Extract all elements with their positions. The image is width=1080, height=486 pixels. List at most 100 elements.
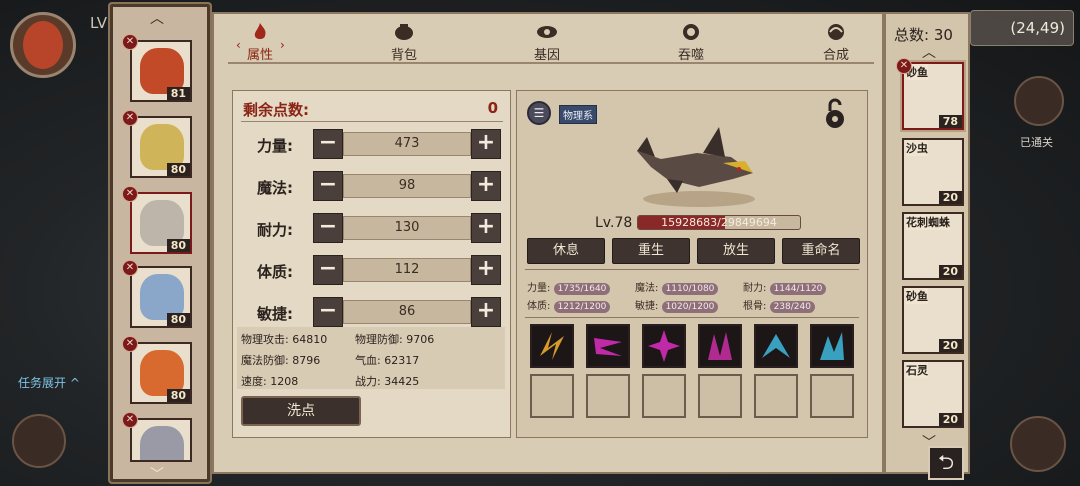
unassign-icon[interactable]: ✕: [122, 336, 138, 352]
pet-card[interactable]: 花刺蜘蛛 20: [902, 212, 964, 280]
remaining-points-label: 剩余点数:: [243, 101, 309, 119]
attr-name: 力量:: [257, 137, 293, 155]
skill-slot[interactable]: [754, 324, 798, 368]
tab-synthesize[interactable]: 合成: [806, 22, 866, 63]
skill-slot[interactable]: [698, 324, 742, 368]
empty-slot[interactable]: [810, 374, 854, 418]
attr-row-endurance: 耐力: − 130 +: [243, 213, 501, 245]
attr-name: 敏捷:: [257, 305, 293, 323]
empty-slot[interactable]: [698, 374, 742, 418]
pet-list: 总数: 30 ︿ 砂鱼 78 ✕ 沙虫 20 花刺蜘蛛 20 砂鱼 20 石灵 20 ﹀: [884, 12, 970, 474]
pet-creature-image: [637, 127, 755, 207]
apt-strength: 力量: 1735/1640: [527, 279, 611, 295]
scroll-down-icon[interactable]: ﹀: [150, 464, 164, 484]
player-avatar[interactable]: [10, 12, 76, 78]
attribute-panel: 剩余点数: 0 力量: − 473 + 魔法: − 98 + 耐力: − 130…: [232, 90, 511, 438]
increase-button[interactable]: +: [471, 171, 501, 201]
stat-phys-def: 物理防御: 9706: [355, 333, 435, 346]
close-icon[interactable]: ⮌: [928, 446, 964, 480]
bottom-left-icon[interactable]: [12, 414, 66, 468]
tab-left-arrow-icon: ‹: [236, 38, 241, 52]
skill-icon: [588, 326, 628, 366]
unassign-icon[interactable]: ✕: [122, 412, 138, 428]
stat-phys-atk: 物理攻击: 64810: [241, 333, 328, 346]
unlock-icon[interactable]: [821, 97, 849, 129]
empty-slot[interactable]: [530, 374, 574, 418]
dungeon-icon[interactable]: [1014, 76, 1064, 126]
tab-divider: [228, 62, 874, 64]
bottom-right-icon[interactable]: [1010, 416, 1066, 472]
pet-hp-bar: 15928683/29849694: [637, 215, 801, 230]
increase-button[interactable]: +: [471, 213, 501, 243]
action-divider: [525, 269, 859, 270]
hero-card[interactable]: 80: [130, 342, 192, 404]
empty-slot[interactable]: [642, 374, 686, 418]
skill-icon: [644, 326, 684, 366]
skill-icon: [812, 326, 852, 366]
attr-value: 86: [343, 300, 471, 324]
rest-button[interactable]: 休息: [527, 238, 605, 264]
decrease-button[interactable]: −: [313, 171, 343, 201]
decrease-button[interactable]: −: [313, 129, 343, 159]
decrease-button[interactable]: −: [313, 213, 343, 243]
pet-card[interactable]: 沙虫 20: [902, 138, 964, 206]
attr-name: 体质:: [257, 263, 293, 281]
hero-card[interactable]: 80: [130, 192, 192, 254]
hero-card[interactable]: [130, 418, 192, 462]
eye-icon: [537, 26, 557, 38]
pet-card[interactable]: 石灵 20: [902, 360, 964, 428]
decrease-button[interactable]: −: [313, 255, 343, 285]
stat-speed: 速度: 1208: [241, 375, 299, 388]
skill-slot[interactable]: [530, 324, 574, 368]
increase-button[interactable]: +: [471, 297, 501, 327]
pet-card[interactable]: 砂鱼 20: [902, 286, 964, 354]
skill-slot[interactable]: [642, 324, 686, 368]
unassign-icon[interactable]: ✕: [122, 186, 138, 202]
unassign-icon[interactable]: ✕: [122, 110, 138, 126]
apt-bone: 根骨: 238/240: [743, 297, 815, 313]
skill-slot[interactable]: [810, 324, 854, 368]
hero-list: ︿ 81 ✕ 80 ✕ 80 ✕ 80 ✕ 80 ✕ ✕ ﹀: [108, 2, 212, 484]
tab-gene[interactable]: 基因: [517, 22, 577, 63]
attr-value: 112: [343, 258, 471, 282]
increase-button[interactable]: +: [471, 129, 501, 159]
skill-icon: [700, 326, 740, 366]
attr-row-magic: 魔法: − 98 +: [243, 171, 501, 203]
tab-devour[interactable]: 吞噬: [661, 22, 721, 63]
apt-constitution: 体质: 1212/1200: [527, 297, 611, 313]
unassign-icon[interactable]: ✕: [122, 34, 138, 50]
pet-hp-text: 15928683/29849694: [661, 216, 777, 229]
remaining-underline: [241, 121, 503, 122]
flame-icon: [254, 23, 266, 39]
hero-card[interactable]: 80: [130, 116, 192, 178]
empty-slot[interactable]: [754, 374, 798, 418]
attr-value: 473: [343, 132, 471, 156]
hero-card[interactable]: 81: [130, 40, 192, 102]
pet-card[interactable]: 砂鱼 78: [902, 62, 964, 130]
pet-level: Lv.78: [595, 215, 633, 231]
hero-card[interactable]: 80: [130, 266, 192, 328]
reset-points-button[interactable]: 洗点: [241, 396, 361, 426]
list-icon[interactable]: ☰: [527, 101, 551, 125]
increase-button[interactable]: +: [471, 255, 501, 285]
rebirth-button[interactable]: 重生: [612, 238, 690, 264]
swirl-icon: [828, 24, 844, 40]
unassign-icon[interactable]: ✕: [122, 260, 138, 276]
unassign-icon[interactable]: ✕: [896, 58, 912, 74]
tab-bag[interactable]: 背包: [374, 22, 434, 63]
empty-slot[interactable]: [586, 374, 630, 418]
decrease-button[interactable]: −: [313, 297, 343, 327]
quest-toggle[interactable]: 任务展开 ^: [18, 374, 80, 391]
remaining-points-value: 0: [487, 99, 498, 117]
apt-divider: [525, 317, 859, 318]
stat-power: 战力: 34425: [355, 375, 420, 388]
scroll-up-icon[interactable]: ︿: [150, 8, 164, 28]
skill-slot[interactable]: [586, 324, 630, 368]
apt-agility: 敏捷: 1020/1200: [635, 297, 719, 313]
spiral-icon: [683, 24, 699, 40]
attr-row-agility: 敏捷: − 86 +: [243, 297, 501, 329]
rename-button[interactable]: 重命名: [782, 238, 860, 264]
release-button[interactable]: 放生: [697, 238, 775, 264]
attr-value: 98: [343, 174, 471, 198]
scroll-up-icon[interactable]: ︿: [922, 42, 936, 62]
